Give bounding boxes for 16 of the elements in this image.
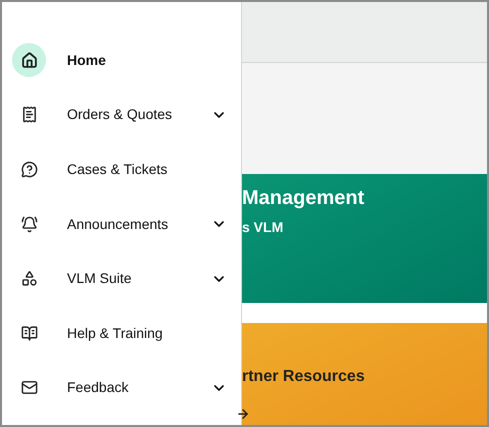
nav-item[interactable]: VLM Suite	[2, 251, 241, 306]
envelope-icon	[20, 379, 38, 396]
banner-card: Management s VLM	[242, 174, 487, 303]
nav-item[interactable]: Home	[2, 33, 241, 88]
nav-item[interactable]: Orders & Quotes	[2, 88, 241, 142]
house-icon	[20, 52, 38, 69]
bell-icon	[20, 216, 38, 233]
nav-item[interactable]: Cases & Tickets	[2, 142, 241, 197]
nav-item[interactable]: Announcements	[2, 196, 241, 252]
shapes-icon	[20, 270, 38, 288]
arrow-icon[interactable]	[236, 407, 250, 421]
receipt-icon	[20, 106, 38, 124]
book-icon	[20, 324, 38, 342]
nav-item[interactable]: Feedback	[2, 360, 241, 416]
nav-item[interactable]: Help & Training	[2, 306, 241, 361]
question-bubble-icon	[20, 160, 38, 178]
